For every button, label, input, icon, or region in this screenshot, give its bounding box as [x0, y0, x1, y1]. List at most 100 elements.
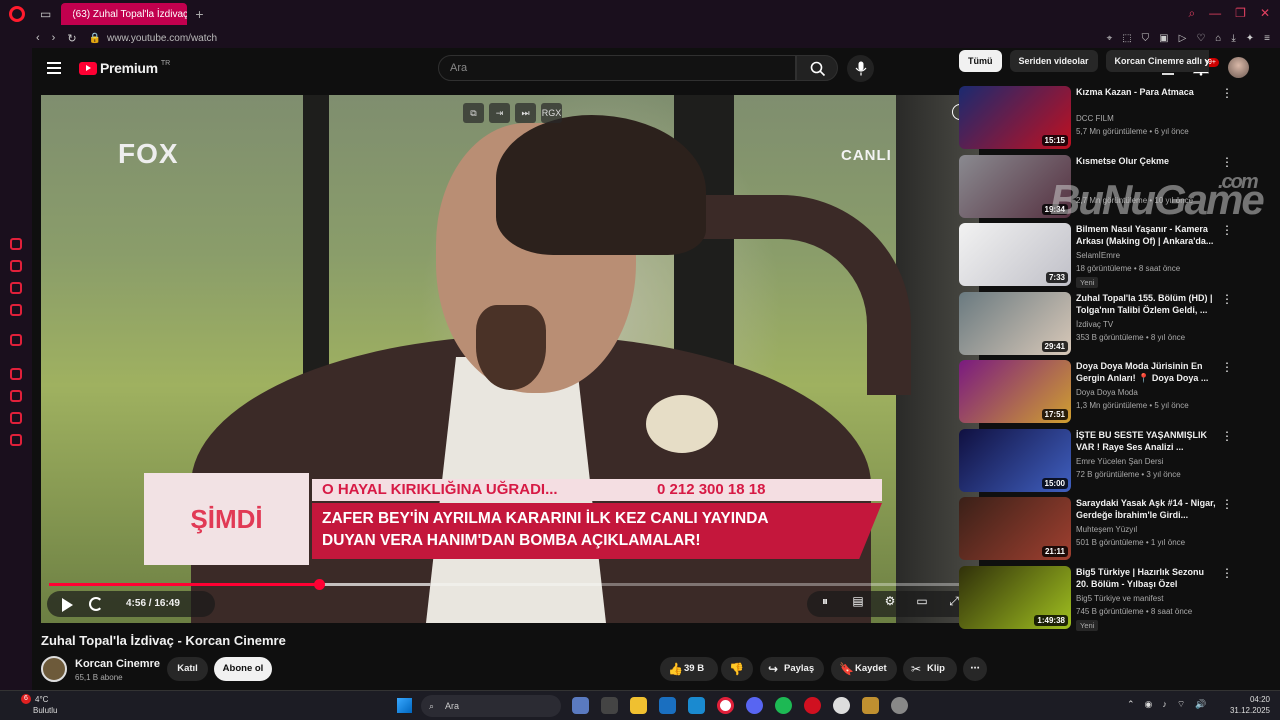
download-icon[interactable]: ⤓	[1231, 33, 1235, 44]
chip-series[interactable]: Seriden videolar	[1009, 50, 1098, 72]
video-thumbnail[interactable]: 15:15	[959, 86, 1071, 149]
opera-taskbar-icon[interactable]	[717, 697, 734, 714]
more-actions-button[interactable]: ⋯	[963, 657, 987, 681]
rec-channel[interactable]: DCC FILM	[1076, 114, 1114, 123]
channel-name[interactable]: Korcan Cinemre	[75, 658, 160, 670]
autoplay-toggle[interactable]: ⏸	[814, 594, 836, 614]
search-input[interactable]: Ara	[438, 55, 796, 81]
tray-mic-icon[interactable]: ♪	[1162, 699, 1167, 710]
rec-title[interactable]: Bilmem Nasıl Yaşanır - Kamera Arkası (Ma…	[1076, 223, 1216, 247]
hamburger-menu-icon[interactable]	[47, 62, 61, 74]
sidebar-settings-icon[interactable]	[10, 434, 22, 446]
user-avatar[interactable]	[1228, 57, 1249, 78]
shield-icon[interactable]: ⛉	[1142, 33, 1150, 44]
rec-channel[interactable]: Muhteşem Yüzyıl	[1076, 525, 1137, 534]
forward-icon[interactable]: ›	[52, 32, 56, 45]
next-video-icon[interactable]: ⏭	[515, 103, 536, 123]
rec-channel[interactable]: İzdivaç TV	[1076, 320, 1113, 329]
volume-icon[interactable]	[89, 597, 103, 611]
recommendation-card[interactable]: 29:41 Zuhal Topal'la 155. Bölüm (HD) | To…	[959, 291, 1239, 356]
rec-channel[interactable]: SelamİEmre	[1076, 251, 1120, 260]
windows-start-icon[interactable]	[397, 698, 412, 713]
rec-channel[interactable]: Big5 Türkiye ve manifest	[1076, 594, 1163, 603]
recommendation-card[interactable]: 15:00 İŞTE BU SESTE YAŞANMIŞLIK VAR ! Ray…	[959, 428, 1239, 493]
sidebar-extensions-icon[interactable]	[10, 412, 22, 424]
pin-icon[interactable]: ⌖	[1107, 33, 1113, 44]
more-options-icon[interactable]: ⋮	[1221, 497, 1233, 511]
play-icon[interactable]: ▷	[1179, 33, 1187, 44]
lock-icon[interactable]: 🔒	[89, 33, 101, 44]
recommendation-card[interactable]: 1:49:38 Big5 Türkiye | Hazırlık Sezonu 20…	[959, 565, 1239, 631]
rec-channel[interactable]: Emre Yücelen Şan Dersi	[1076, 457, 1163, 466]
volume-tray-icon[interactable]: 🔊	[1195, 699, 1206, 710]
rec-title[interactable]: Saraydaki Yasak Aşk #14 - Nigar, Gerdeğe…	[1076, 497, 1216, 521]
sidebar-history-icon[interactable]	[10, 390, 22, 402]
menu-icon[interactable]: ≡	[1264, 33, 1270, 44]
video-thumbnail[interactable]: 21:11	[959, 497, 1071, 560]
recommendation-card[interactable]: 15:15 Kızma Kazan - Para Atmaca DCC FILM 5,…	[959, 86, 1239, 150]
subtitles-icon[interactable]: ▤	[847, 594, 869, 614]
search-button[interactable]	[796, 55, 838, 81]
video-thumbnail[interactable]: 1:49:38	[959, 565, 1071, 629]
rec-title[interactable]: Kızma Kazan - Para Atmaca	[1076, 86, 1216, 98]
join-button[interactable]: Katıl	[167, 657, 208, 681]
task-view-icon[interactable]	[601, 697, 618, 714]
sidebar-game-icon[interactable]	[10, 260, 22, 272]
spotify-icon[interactable]	[775, 697, 792, 714]
video-thumbnail[interactable]: 29:41	[959, 291, 1071, 355]
progress-bar[interactable]	[49, 579, 971, 590]
subscribe-button[interactable]: Abone ol	[214, 657, 272, 681]
discord-icon[interactable]	[746, 697, 763, 714]
sidebar-messenger-icon[interactable]	[10, 282, 22, 294]
recommendation-card[interactable]: 17:51 Doya Doya Moda Jürisinin En Gergin …	[959, 360, 1239, 424]
steam-icon[interactable]	[833, 697, 850, 714]
cast-icon[interactable]: ⇥	[489, 103, 510, 123]
outlook-icon[interactable]	[688, 697, 705, 714]
heart-icon[interactable]: ♡	[1196, 33, 1205, 44]
widgets-icon[interactable]	[572, 697, 589, 714]
network-icon[interactable]: ⌔	[1177, 699, 1185, 710]
taskbar-search[interactable]: ⌕ Ara	[421, 695, 561, 717]
more-options-icon[interactable]: ⋮	[1221, 429, 1233, 443]
chip-all[interactable]: Tümü	[959, 50, 1002, 72]
snapshot-icon[interactable]: ⬚	[1122, 33, 1131, 44]
share-button[interactable]: ↪ Paylaş	[760, 657, 824, 681]
rec-title[interactable]: Kısmetse Olur Çekme	[1076, 155, 1216, 167]
sidebar-player-icon[interactable]	[10, 368, 22, 380]
miniplayer-icon[interactable]: ⧉	[463, 103, 484, 123]
file-explorer-icon[interactable]	[630, 697, 647, 714]
more-options-icon[interactable]: ⋮	[1221, 155, 1233, 169]
back-icon[interactable]: ‹	[36, 32, 40, 45]
reload-icon[interactable]: ↻	[67, 32, 76, 45]
voice-search-button[interactable]	[847, 55, 874, 82]
close-window-button[interactable]: ✕	[1260, 6, 1270, 21]
browser-tab[interactable]: (63) Zuhal Topal'la İzdivaç	[61, 3, 188, 25]
sidebar-news-icon[interactable]	[10, 304, 22, 316]
extension-button[interactable]: RGX	[541, 103, 562, 123]
bag-icon[interactable]: ⌂	[1215, 33, 1221, 44]
more-options-icon[interactable]: ⋮	[1221, 86, 1233, 100]
tray-app-icon[interactable]: ◉	[1145, 699, 1153, 710]
save-button[interactable]: 🔖 Kaydet	[831, 657, 897, 681]
youtube-logo[interactable]: Premium TR	[79, 60, 170, 76]
ai-icon[interactable]: ✦	[1246, 33, 1254, 44]
rec-title[interactable]: Zuhal Topal'la 155. Bölüm (HD) | Tolga'n…	[1076, 292, 1216, 316]
rec-title[interactable]: İŞTE BU SESTE YAŞANMIŞLIK VAR ! Raye Ses…	[1076, 429, 1216, 453]
recommendation-card[interactable]: 21:11 Saraydaki Yasak Aşk #14 - Nigar, Ge…	[959, 497, 1239, 561]
store-icon[interactable]	[659, 697, 676, 714]
settings-gear-icon[interactable]: ⚙	[879, 594, 901, 614]
more-options-icon[interactable]: ⋮	[1221, 292, 1233, 306]
opera-logo-icon[interactable]	[9, 6, 25, 22]
theater-mode-icon[interactable]: ▭	[911, 594, 933, 614]
tray-overflow-icon[interactable]: ⌃	[1127, 699, 1135, 710]
sidebar-aria-icon[interactable]	[10, 238, 22, 250]
rec-channel[interactable]: Doya Doya Moda	[1076, 388, 1138, 397]
rec-title[interactable]: Big5 Türkiye | Hazırlık Sezonu 20. Bölüm…	[1076, 566, 1216, 590]
recommendation-card[interactable]: 7:33 Bilmem Nasıl Yaşanır - Kamera Arkası…	[959, 223, 1239, 288]
more-options-icon[interactable]: ⋮	[1221, 360, 1233, 374]
channel-avatar[interactable]	[41, 656, 67, 682]
clip-button[interactable]: ✂ Klip	[903, 657, 957, 681]
chip-channel[interactable]: Korcan Cinemre adlı y	[1105, 50, 1209, 72]
video-player[interactable]: FOX CANLI ŞİMDİ O HAYAL KIRIKLIĞINA UĞRA…	[41, 95, 979, 623]
like-button[interactable]: 👍 39 B	[660, 657, 718, 681]
